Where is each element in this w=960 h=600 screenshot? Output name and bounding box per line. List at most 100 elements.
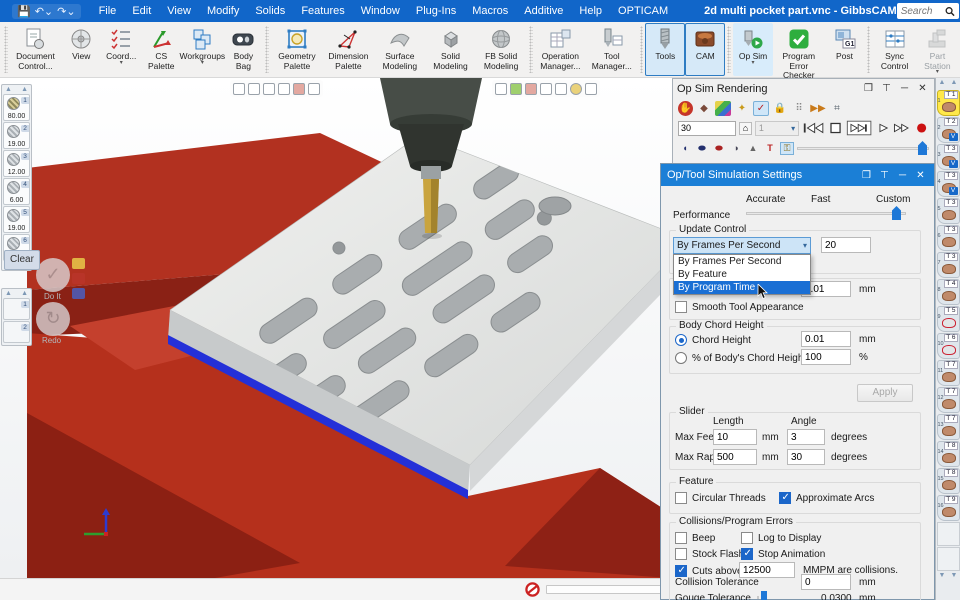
view-cube-icon[interactable]: [233, 82, 245, 95]
tool-t-icon[interactable]: T: [763, 142, 777, 155]
chord-height-input[interactable]: [801, 331, 851, 347]
ribbon-solid-modeling[interactable]: Solid Modeling: [426, 23, 476, 76]
pin-icon[interactable]: ⊤: [879, 83, 894, 94]
dialog-close-icon[interactable]: ✕: [913, 170, 928, 181]
fast-forward-icon[interactable]: [894, 123, 910, 133]
slider-thumb[interactable]: [761, 591, 767, 600]
op-tile-2[interactable]: 2T 2 V: [936, 117, 960, 143]
cube-icon[interactable]: [525, 82, 537, 95]
record-icon[interactable]: [917, 123, 927, 133]
pct-body-input[interactable]: [801, 349, 851, 365]
dropdown-option-1[interactable]: By Frames Per Second: [674, 255, 810, 268]
stop-animation-checkbox[interactable]: [741, 548, 753, 560]
workgroup-scroll-up[interactable]: ▲ ▲: [3, 290, 30, 297]
window-icon[interactable]: [585, 82, 597, 95]
max-rapid-angle-input[interactable]: [787, 449, 825, 465]
ribbon-body-bag[interactable]: Body Bag: [223, 23, 263, 76]
op-tile-7[interactable]: 7T 3: [936, 252, 960, 278]
pct-body-row[interactable]: % of Body's Chord Height: [675, 352, 806, 364]
undo-icon[interactable]: ↶⌄: [35, 5, 53, 18]
dropdown-option-2[interactable]: By Feature: [674, 268, 810, 281]
dropdown-option-3[interactable]: By Program Time: [674, 281, 810, 294]
menu-help[interactable]: Help: [571, 3, 610, 19]
chord-height-row[interactable]: Chord Height: [675, 334, 751, 346]
copy-icon[interactable]: [555, 82, 567, 95]
home-icon[interactable]: ⌂: [739, 121, 752, 135]
machine-sim-icon[interactable]: ⌗: [829, 101, 845, 116]
tool-item-1[interactable]: 1 80.00: [3, 94, 30, 121]
viewport-toolbar-right[interactable]: [492, 80, 600, 97]
max-rapid-length-input[interactable]: [713, 449, 757, 465]
pin-icon[interactable]: ⊤: [877, 170, 892, 181]
collision-body-icon[interactable]: ⬬: [712, 142, 726, 155]
cut-part-icon[interactable]: ◖: [678, 142, 692, 155]
pct-body-radio[interactable]: [675, 352, 687, 364]
sim-speed-slider[interactable]: [797, 141, 929, 155]
circular-threads-checkbox[interactable]: [675, 492, 687, 504]
approx-arcs-row[interactable]: Approximate Arcs: [779, 492, 874, 504]
op-tile-6[interactable]: 6T 3: [936, 225, 960, 251]
solids-icon[interactable]: [510, 82, 522, 95]
compare-icon[interactable]: ◑: [729, 142, 743, 155]
stop-animation-row[interactable]: Stop Animation: [741, 548, 825, 560]
search-input[interactable]: [900, 5, 945, 17]
approx-arcs-checkbox[interactable]: [779, 492, 791, 504]
op-tile-4[interactable]: 4T 3 V: [936, 171, 960, 197]
flag-yellow-icon[interactable]: [72, 258, 85, 269]
ribbon-operation-manager[interactable]: Operation Manager...: [535, 23, 586, 76]
palette-icon[interactable]: [570, 82, 582, 95]
op-tile-12[interactable]: 12 T 7: [936, 387, 960, 413]
ribbon-cam[interactable]: CAM: [685, 23, 726, 76]
menu-modify[interactable]: Modify: [199, 3, 247, 19]
dialog-titlebar[interactable]: Op/Tool Simulation Settings ❒ ⊤ ─ ✕: [661, 164, 934, 186]
op-tile-11[interactable]: 11 T 7: [936, 360, 960, 386]
verify-check-icon[interactable]: ✓: [753, 100, 769, 116]
circular-threads-row[interactable]: Circular Threads: [675, 492, 766, 504]
ribbon-fb-solid-modeling[interactable]: FB Solid Modeling: [475, 23, 526, 76]
scroll-up-icon[interactable]: ▲: [21, 290, 28, 297]
ribbon-dimension-palette[interactable]: Dimension Palette: [323, 23, 374, 76]
stock-flash-checkbox[interactable]: [675, 548, 687, 560]
menu-view[interactable]: View: [159, 3, 199, 19]
slider-thumb[interactable]: [918, 141, 927, 155]
ops-scroll-up[interactable]: ▲ ▲: [936, 79, 960, 89]
stock-icon[interactable]: [293, 82, 305, 95]
clipboard-icon[interactable]: [263, 82, 275, 95]
do-it-button[interactable]: ✓: [36, 258, 70, 292]
menu-edit[interactable]: Edit: [124, 3, 159, 19]
cuts-above-input[interactable]: [739, 562, 795, 578]
viewport-toolbar-left[interactable]: [230, 80, 323, 97]
scroll-down-icon[interactable]: ▼: [951, 572, 958, 582]
smooth-tool-row[interactable]: Smooth Tool Appearance: [675, 301, 804, 313]
frame-input[interactable]: [678, 120, 736, 136]
op-tile-10[interactable]: 10 T 6: [936, 333, 960, 359]
menu-window[interactable]: Window: [353, 3, 408, 19]
tool-item-4[interactable]: 4 6.00: [3, 178, 30, 205]
speed-select[interactable]: 1 ▾: [754, 120, 800, 136]
op-list-icon[interactable]: ⠿: [791, 101, 807, 116]
ribbon-view[interactable]: View: [61, 23, 101, 76]
collision-tolerance-input[interactable]: [801, 574, 851, 590]
ribbon-part-station[interactable]: Part Station ▾: [917, 23, 958, 76]
menu-features[interactable]: Features: [293, 3, 352, 19]
transport-controls[interactable]: [802, 120, 929, 136]
menu-solids[interactable]: Solids: [247, 3, 293, 19]
scroll-up-icon[interactable]: ▲: [21, 86, 28, 93]
search-icon[interactable]: [945, 6, 955, 17]
skip-start-icon[interactable]: [803, 122, 824, 134]
max-feed-angle-input[interactable]: [787, 429, 825, 445]
scroll-up-icon[interactable]: ▲: [951, 79, 958, 89]
ribbon-workgroups[interactable]: Workgroups ▾: [180, 23, 225, 76]
ribbon-tools[interactable]: Tools: [645, 23, 686, 76]
dock-window-icon[interactable]: ❒: [859, 170, 874, 181]
tool-highlight-icon[interactable]: ✦: [734, 101, 750, 116]
stop-hand-icon[interactable]: ✋: [678, 100, 693, 116]
performance-slider[interactable]: [746, 206, 906, 220]
menu-plugins[interactable]: Plug-Ins: [408, 3, 464, 19]
stock-flash-row[interactable]: Stock Flash: [675, 548, 744, 560]
render-mode-icon[interactable]: ◆: [696, 101, 712, 116]
slider-thumb[interactable]: [892, 206, 901, 220]
update-mode-select[interactable]: By Frames Per Second ▾: [673, 237, 811, 254]
flag-icon[interactable]: [308, 82, 320, 95]
redo-icon[interactable]: ↷⌄: [57, 5, 75, 18]
